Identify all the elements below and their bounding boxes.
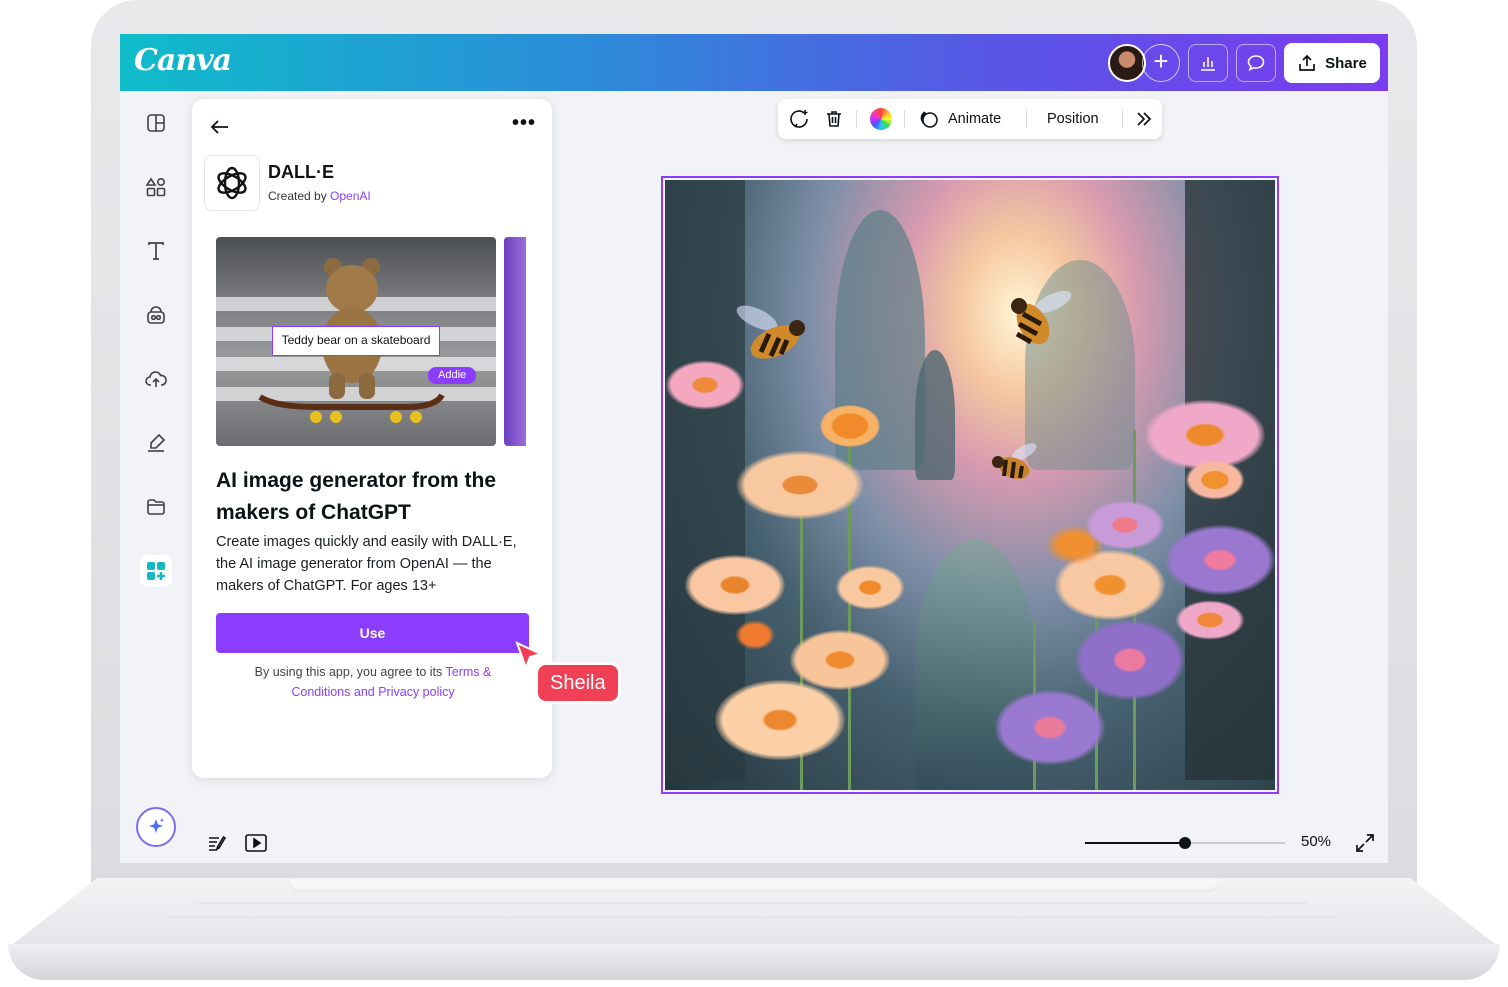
more-options-button[interactable]: ••• bbox=[512, 113, 536, 136]
fullscreen-button[interactable] bbox=[1354, 832, 1376, 859]
app-description: Create images quickly and easily with DA… bbox=[216, 534, 517, 594]
expand-icon bbox=[1356, 834, 1374, 852]
rail-projects-button[interactable] bbox=[142, 493, 170, 521]
cloud-upload-icon bbox=[145, 371, 167, 387]
bee-illustration bbox=[992, 443, 1037, 479]
user-avatar[interactable] bbox=[1108, 44, 1146, 82]
laptop-base bbox=[8, 878, 1500, 984]
position-button[interactable]: Position bbox=[1047, 99, 1099, 139]
replace-comment-button[interactable] bbox=[788, 99, 810, 139]
animate-button[interactable]: Animate bbox=[918, 99, 1001, 139]
animate-label: Animate bbox=[948, 111, 1002, 127]
zoom-slider-handle[interactable] bbox=[1179, 837, 1191, 849]
share-label: Share bbox=[1325, 54, 1367, 72]
bee-illustration bbox=[736, 305, 805, 359]
app-name: DALL·E bbox=[268, 162, 334, 182]
animate-icon bbox=[920, 111, 938, 128]
layout-icon bbox=[147, 114, 165, 132]
upload-icon bbox=[1299, 54, 1315, 71]
text-icon bbox=[148, 242, 164, 260]
notes-button[interactable] bbox=[206, 832, 228, 859]
notes-icon bbox=[209, 835, 227, 851]
rail-draw-button[interactable] bbox=[142, 429, 170, 457]
canva-logo[interactable]: Canva bbox=[134, 43, 232, 78]
rail-brand-button[interactable] bbox=[142, 301, 170, 329]
shapes-icon bbox=[145, 177, 166, 197]
color-picker-button[interactable] bbox=[870, 99, 892, 139]
openai-link[interactable]: OpenAI bbox=[330, 189, 371, 203]
top-bar: Canva + Share bbox=[120, 34, 1388, 91]
back-arrow-icon[interactable] bbox=[208, 117, 232, 137]
bottom-bar: 50% bbox=[192, 824, 1388, 863]
comments-button[interactable] bbox=[1236, 44, 1276, 82]
rail-elements-button[interactable] bbox=[142, 173, 170, 201]
comment-add-icon bbox=[790, 110, 808, 128]
insights-button[interactable] bbox=[1188, 44, 1228, 82]
comment-icon bbox=[1247, 55, 1265, 71]
play-icon bbox=[245, 834, 267, 852]
trash-icon bbox=[827, 111, 841, 127]
add-collaborator-button[interactable]: + bbox=[1142, 44, 1180, 82]
app-creator: Created by OpenAI bbox=[268, 189, 371, 203]
zoom-level[interactable]: 50% bbox=[1301, 833, 1331, 850]
collaborator-cursor-label: Addie bbox=[428, 367, 477, 384]
side-rail bbox=[120, 91, 192, 863]
rail-design-button[interactable] bbox=[142, 109, 170, 137]
bar-chart-icon bbox=[1201, 57, 1215, 71]
canva-editor-screen: Canva + Share ••• DALL·E Created by Open… bbox=[120, 34, 1388, 863]
draw-icon bbox=[148, 433, 166, 452]
rail-text-button[interactable] bbox=[142, 237, 170, 265]
rail-uploads-button[interactable] bbox=[142, 365, 170, 393]
delete-button[interactable] bbox=[824, 99, 844, 139]
brand-kit-icon bbox=[147, 306, 165, 324]
apps-icon bbox=[147, 562, 165, 580]
share-button[interactable]: Share bbox=[1284, 43, 1380, 83]
collaborator-name-badge: Sheila bbox=[538, 665, 618, 701]
next-preview-image[interactable] bbox=[504, 237, 526, 446]
magic-button[interactable] bbox=[136, 807, 176, 847]
prompt-tooltip: Teddy bear on a skateboard bbox=[272, 326, 440, 356]
openai-logo-icon bbox=[204, 155, 260, 211]
double-chevron-right-icon bbox=[1137, 112, 1152, 126]
present-button[interactable] bbox=[244, 832, 268, 859]
design-canvas[interactable] bbox=[661, 176, 1279, 794]
use-app-button[interactable]: Use bbox=[216, 613, 529, 653]
zoom-slider-fill bbox=[1085, 842, 1185, 844]
color-wheel-icon bbox=[870, 108, 892, 130]
position-label: Position bbox=[1047, 111, 1099, 127]
folder-icon bbox=[147, 499, 165, 515]
app-detail-panel: ••• DALL·E Created by OpenAI Teddy bear … bbox=[192, 99, 552, 778]
preview-image[interactable]: Teddy bear on a skateboard Addie bbox=[216, 237, 496, 446]
bee-illustration bbox=[1011, 290, 1072, 345]
skateboard-illustration bbox=[258, 393, 445, 423]
sparkle-icon bbox=[149, 818, 164, 833]
context-toolbar: Animate Position bbox=[778, 99, 1162, 139]
app-headline: AI image generator from the makers of Ch… bbox=[216, 469, 497, 524]
more-tools-button[interactable] bbox=[1134, 99, 1154, 139]
rail-apps-button[interactable] bbox=[140, 555, 172, 587]
terms-notice: By using this app, you agree to its Term… bbox=[254, 665, 492, 699]
enchanted-garden-image[interactable] bbox=[665, 180, 1275, 790]
